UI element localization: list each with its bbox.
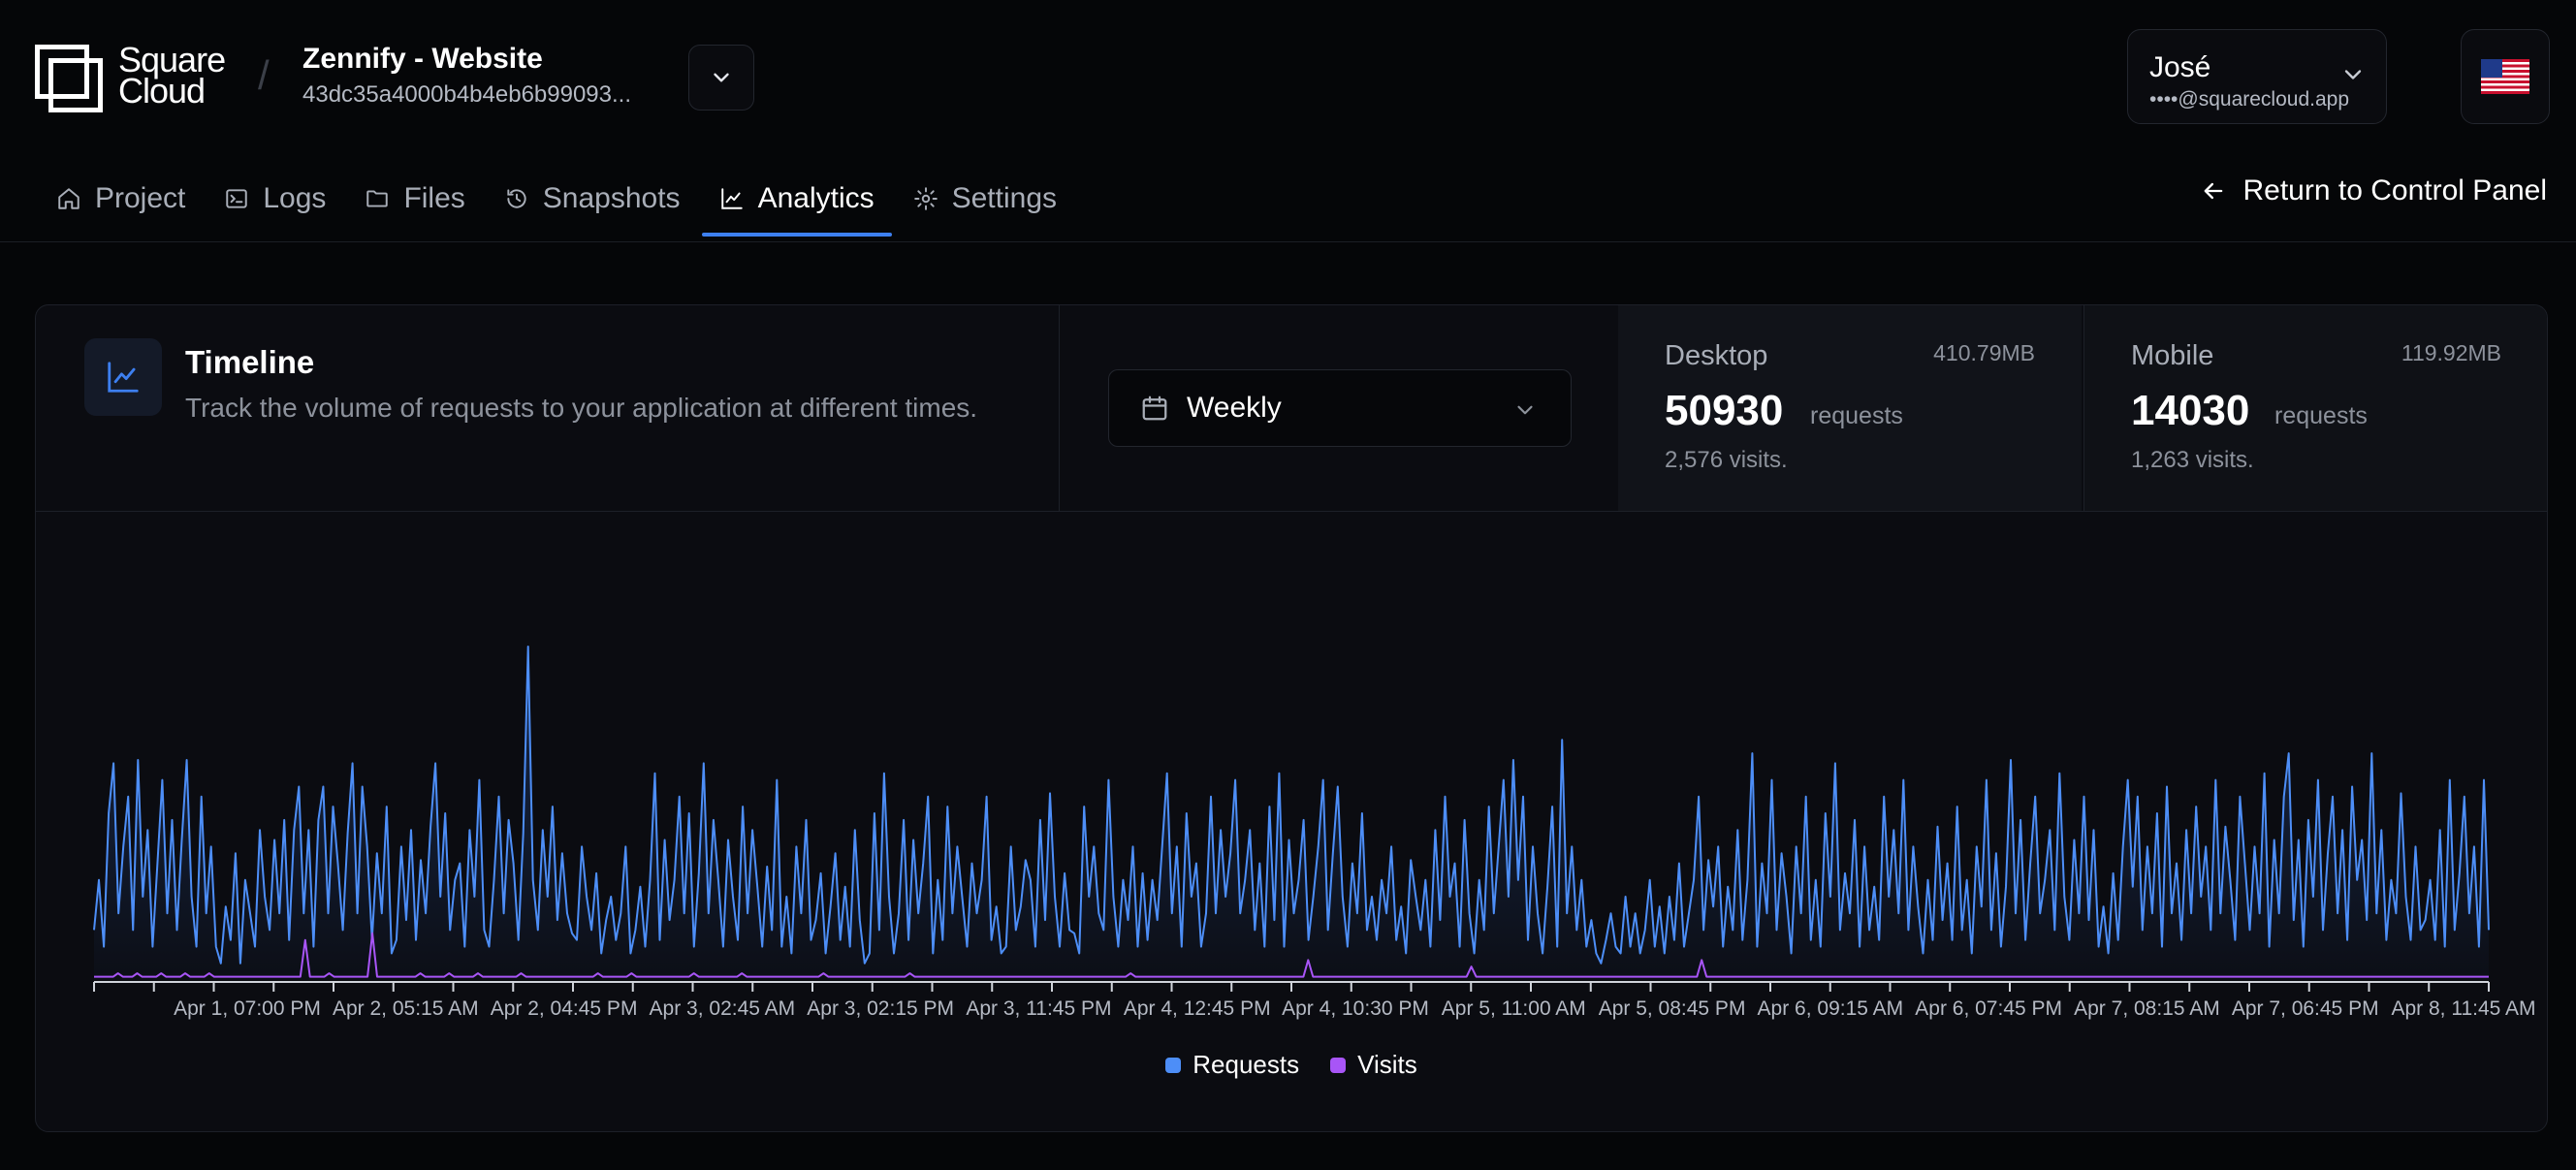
x-tick-label: Apr 2, 04:45 PM [491, 997, 638, 1020]
gear-icon [913, 187, 938, 210]
legend-item-requests[interactable]: Requests [1165, 1050, 1299, 1080]
timeline-chart-svg: Apr 1, 07:00 PM Apr 2, 05:15 AM Apr 2, 04:… [93, 646, 2536, 1020]
tab-snapshots[interactable]: Snapshots [487, 171, 698, 227]
brand-name[interactable]: Square Cloud [118, 43, 226, 111]
folder-icon [366, 190, 389, 207]
legend-swatch-visits [1330, 1057, 1347, 1073]
breadcrumb-separator: / [258, 52, 270, 98]
x-tick-label: Apr 6, 07:45 PM [1915, 997, 2062, 1020]
tab-label: Snapshots [542, 182, 681, 214]
history-icon [507, 189, 526, 208]
legend-label-visits: Visits [1357, 1050, 1417, 1079]
brand-line-2: Cloud [118, 71, 206, 111]
mobile-stat: Mobile 119.92MB 14030 requests 1,263 vis… [2083, 305, 2547, 511]
chevron-down-icon [714, 73, 729, 82]
top-header: Square Cloud / Zennify - Website 43dc35a… [0, 0, 2576, 155]
timeline-card: Timeline Track the volume of requests to… [35, 304, 2548, 1132]
x-tick-label: Apr 3, 02:15 PM [807, 997, 954, 1020]
tab-label: Files [403, 182, 465, 214]
desktop-size: 410.79MB [1933, 340, 2035, 365]
project-name: Zennify - Website [302, 43, 543, 75]
chevron-down-icon [2344, 70, 2362, 79]
desktop-requests-unit: requests [1810, 402, 1903, 429]
x-tick-label: Apr 2, 05:15 AM [333, 997, 479, 1020]
x-tick-label: Apr 3, 02:45 AM [650, 997, 796, 1020]
home-icon [58, 188, 80, 209]
timeline-title: Timeline [185, 344, 315, 380]
user-email: ••••@squarecloud.app [2149, 88, 2350, 111]
timeline-chart: Apr 1, 07:00 PM Apr 2, 05:15 AM Apr 2, 04:… [36, 511, 2547, 1131]
language-selector-button[interactable] [2461, 29, 2550, 124]
arrow-left-icon [2205, 182, 2223, 200]
calendar-icon [1142, 395, 1167, 421]
chart-line-icon [720, 188, 743, 209]
tab-logs[interactable]: Logs [207, 171, 343, 227]
tab-label: Settings [951, 182, 1058, 214]
return-to-control-panel-link[interactable]: Return to Control Panel [2200, 174, 2547, 207]
timeline-description: Track the volume of requests to your app… [185, 393, 978, 423]
x-tick-label: Apr 8, 11:45 AM [2391, 997, 2535, 1020]
user-name: José [2149, 51, 2211, 83]
chart-legend: Requests Visits [36, 1050, 2547, 1080]
return-label: Return to Control Panel [2242, 174, 2547, 206]
tab-label: Logs [263, 182, 327, 214]
legend-swatch-requests [1165, 1057, 1182, 1073]
x-tick-label: Apr 6, 09:15 AM [1758, 997, 1904, 1020]
tab-label: Project [95, 182, 186, 214]
x-tick-label: Apr 3, 11:45 PM [966, 997, 1111, 1020]
desktop-stat: Desktop 410.79MB 50930 requests 2,576 vi… [1618, 305, 2082, 511]
project-id: 43dc35a4000b4b4eb6b99093... [302, 81, 631, 108]
chevron-down-icon [1517, 405, 1533, 415]
tab-project[interactable]: Project [39, 171, 203, 227]
desktop-requests: 50930 [1665, 387, 1784, 434]
desktop-label: Desktop [1665, 340, 1768, 371]
x-tick-label: Apr 1, 07:00 PM [174, 997, 321, 1020]
period-value: Weekly [1187, 392, 1282, 424]
legend-label-requests: Requests [1193, 1050, 1300, 1079]
project-switcher-button[interactable] [688, 45, 754, 111]
tab-bar: Project Logs Files Snapshots Analytics S… [39, 171, 1078, 240]
tab-label: Analytics [757, 182, 875, 214]
mobile-label: Mobile [2131, 340, 2214, 371]
user-menu-button[interactable]: José ••••@squarecloud.app [2127, 29, 2387, 124]
tab-analytics[interactable]: Analytics [701, 171, 892, 237]
x-tick-label: Apr 4, 12:45 PM [1124, 997, 1271, 1020]
header-divider [0, 241, 2576, 242]
us-flag-icon [2481, 59, 2529, 94]
tab-files[interactable]: Files [347, 171, 482, 227]
mobile-requests-unit: requests [2274, 402, 2368, 429]
squarecloud-logo-icon[interactable] [35, 45, 103, 112]
mobile-visits: 1,263 visits. [2131, 447, 2254, 473]
header-separator [1059, 305, 1060, 511]
x-tick-label: Apr 5, 11:00 AM [1442, 997, 1586, 1020]
legend-item-visits[interactable]: Visits [1330, 1050, 1417, 1080]
mobile-requests: 14030 [2131, 387, 2250, 434]
terminal-icon [226, 189, 248, 208]
x-tick-label: Apr 7, 08:15 AM [2074, 997, 2220, 1020]
desktop-visits: 2,576 visits. [1665, 447, 1788, 473]
timeline-icon [84, 338, 162, 416]
mobile-size: 119.92MB [2401, 340, 2501, 365]
period-select[interactable]: Weekly [1108, 369, 1572, 447]
x-tick-label: Apr 7, 06:45 PM [2232, 997, 2379, 1020]
timeline-card-header: Timeline Track the volume of requests to… [36, 305, 2547, 512]
tab-settings[interactable]: Settings [896, 171, 1074, 227]
x-tick-label: Apr 4, 10:30 PM [1282, 997, 1429, 1020]
x-tick-label: Apr 5, 08:45 PM [1599, 997, 1746, 1020]
